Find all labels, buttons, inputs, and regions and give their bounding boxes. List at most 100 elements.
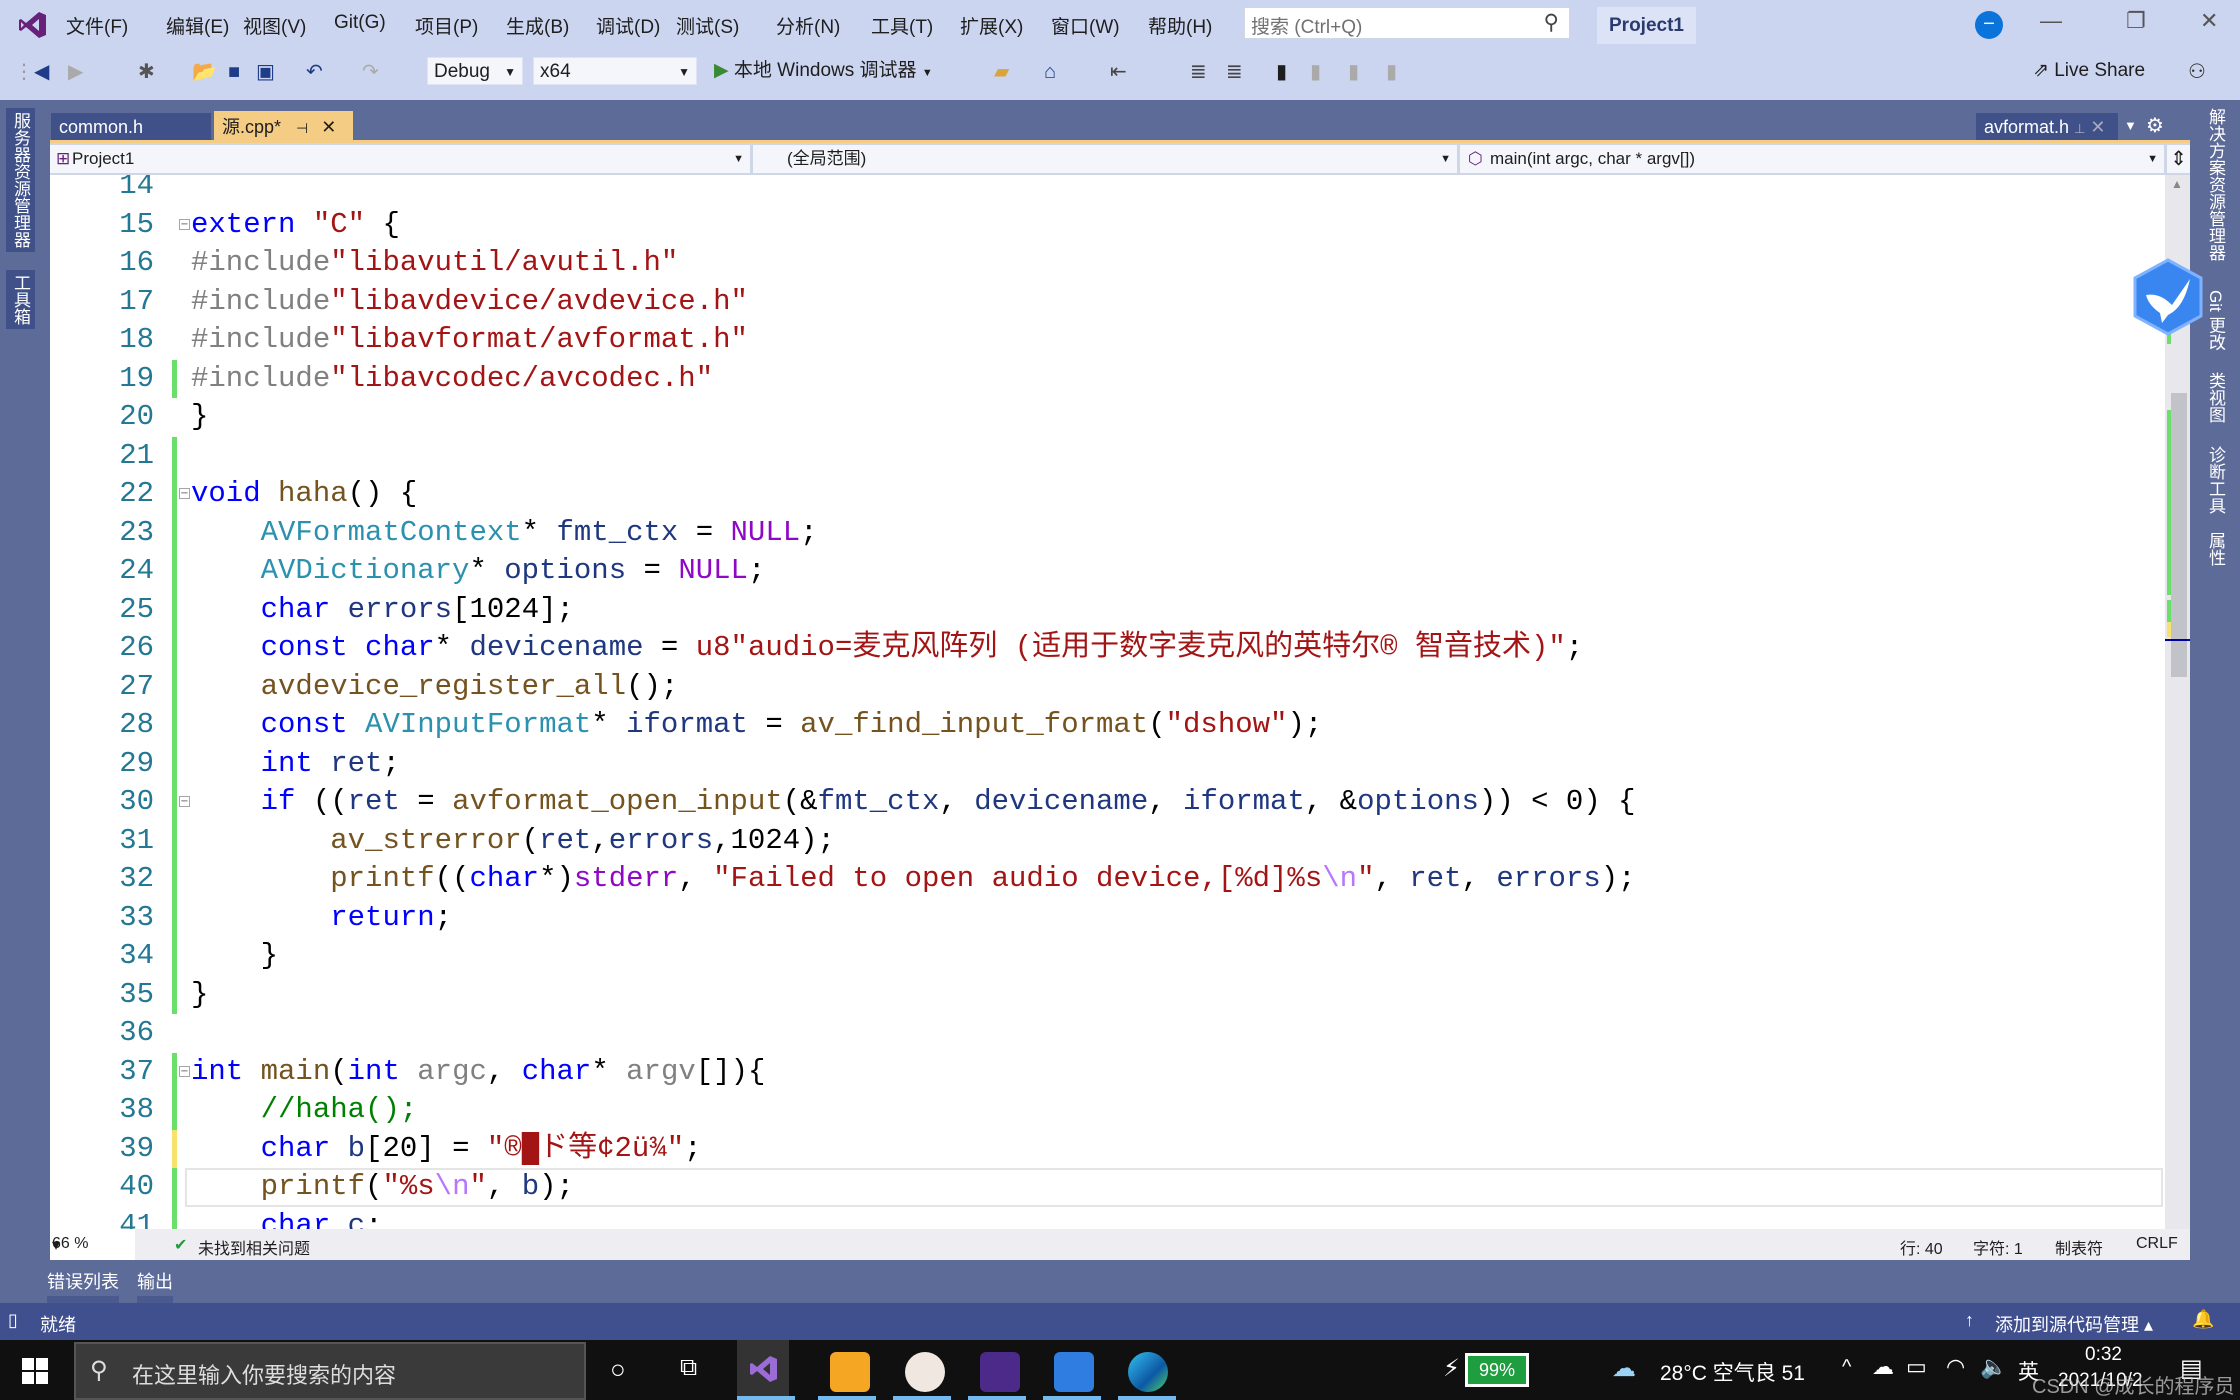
indent-mode[interactable]: 制表符 [2055,1235,2103,1259]
close-tab-icon[interactable]: ✕ [321,117,336,137]
taskbar-video-app-icon[interactable] [830,1352,870,1392]
scope-dropdown[interactable]: (全局范围) ▼ [753,145,1457,173]
volume-icon[interactable]: 🔈 [1980,1354,2007,1380]
solution-explorer-tab[interactable]: 解决方案资源管理器 [2203,108,2228,261]
code-line[interactable]: 37− int main(int argc, char* argv[]){ [50,1052,2165,1091]
next-bookmark-icon[interactable]: ▮ [1348,58,1359,86]
save-icon[interactable]: ■ [228,58,240,86]
feedback-icon[interactable]: ⚇ [2188,58,2206,86]
show-hidden-icons[interactable]: ^ [1842,1356,1851,1379]
menu-item[interactable]: 文件(F) [66,12,128,39]
wifi-icon[interactable]: ◠ [1946,1354,1965,1380]
open-file-icon[interactable]: 📂 [192,58,217,86]
menu-item[interactable]: 工具(T) [871,12,933,39]
home-icon[interactable]: ⌂ [1044,58,1056,86]
onedrive-icon[interactable]: ☁ [1872,1354,1894,1380]
bookmark-icon[interactable]: ▮ [1276,58,1287,86]
pin-icon[interactable]: ⊥ [2074,121,2085,136]
taskbar-visual-studio[interactable] [737,1340,789,1400]
zoom-dropdown[interactable]: 66 % ▾ [50,1229,135,1260]
menu-item[interactable]: 窗口(W) [1051,12,1120,39]
line-ending[interactable]: CRLF [2136,1235,2178,1253]
collapse-icon[interactable]: − [179,488,190,499]
code-line[interactable]: 14 [50,175,2165,206]
weather-text[interactable]: 28°C 空气良 51 [1660,1357,1805,1387]
tab-common-h[interactable]: common.h [51,113,211,141]
tab-avformat-h[interactable]: avformat.h ⊥ ✕ [1976,113,2118,141]
code-editor[interactable]: 14 15− extern "C" {16 #include"libavutil/av… [50,175,2165,1229]
step-icon[interactable]: ⇤ [1110,58,1127,86]
code-line[interactable]: 25 char errors[1024]; [50,590,2165,629]
scroll-up-icon[interactable]: ▲ [2171,177,2183,191]
pin-icon[interactable]: ⊣ [296,120,308,136]
menu-item[interactable]: 帮助(H) [1148,12,1212,39]
code-line[interactable]: 33 return; [50,898,2165,937]
forward-icon[interactable]: ▶ [68,58,83,86]
maximize-button[interactable]: ❐ [2126,8,2146,34]
taskbar-avatar-app-icon[interactable] [905,1352,945,1392]
code-line[interactable]: 29 int ret; [50,744,2165,783]
collapse-icon[interactable]: − [179,218,190,230]
notifications-bell-icon[interactable]: 🔔 [2192,1309,2214,1330]
comment-icon[interactable]: ≣ [1190,58,1207,86]
redo-icon[interactable]: ↷ [362,58,379,86]
menu-item[interactable]: 分析(N) [776,12,840,39]
scrollbar-thumb[interactable] [2171,393,2187,677]
code-line[interactable]: 22 − void haha() { [50,475,2165,514]
split-editor-button[interactable]: ⇕ [2167,145,2190,173]
new-project-icon[interactable]: ✱ [138,58,155,86]
output-tab[interactable]: 输出 [137,1268,173,1294]
toolbox-tab[interactable]: 工具箱 [6,270,35,329]
close-window-button[interactable]: ✕ [2200,8,2218,34]
code-line[interactable]: 23 AVFormatContext* fmt_ctx = NULL; [50,513,2165,552]
windows-start-icon[interactable] [22,1358,48,1384]
menu-item[interactable]: 视图(V) [243,12,306,39]
server-explorer-tab[interactable]: 服务器资源管理器 [6,108,35,252]
taskbar-edge-icon[interactable] [1128,1352,1168,1392]
project-name-badge[interactable]: Project1 [1597,7,1696,44]
display-icon[interactable]: ▭ [1906,1354,1927,1380]
platform-dropdown[interactable]: x64 ▼ [533,57,697,85]
taskbar-search-box[interactable]: ⚲ 在这里输入你要搜索的内容 [74,1342,586,1400]
clear-bookmarks-icon[interactable]: ▮ [1386,58,1397,86]
close-tab-icon[interactable]: ✕ [2090,117,2105,137]
menu-item[interactable]: 编辑(E) [166,12,229,39]
code-line[interactable]: 30 − if ((ret = avformat_open_input(&fmt_… [50,783,2165,822]
save-all-icon[interactable]: ▣ [256,58,275,86]
tab-list-dropdown-icon[interactable]: ▼ [2124,118,2137,133]
error-list-tab[interactable]: 错误列表 [47,1268,119,1294]
collapse-icon[interactable]: − [179,1065,190,1077]
diagnostic-tools-tab[interactable]: 诊断工具 [2203,446,2228,514]
code-line[interactable]: 35} [50,975,2165,1014]
properties-tab[interactable]: 属性 [2203,532,2228,566]
code-line[interactable]: 38 //haha(); [50,1091,2165,1130]
member-dropdown[interactable]: ⬡ main(int argc, char * argv[]) ▼ [1460,145,2164,173]
code-line[interactable]: 39 char b[20] = "®█ド等¢2ü¾"; [50,1129,2165,1168]
code-line[interactable]: 20} [50,398,2165,437]
menu-item[interactable]: 项目(P) [415,12,478,39]
code-line[interactable]: 36 [50,1014,2165,1053]
tab-source-cpp[interactable]: 源.cpp* ⊣ ✕ [214,111,353,143]
code-line[interactable]: 19 #include"libavcodec/avcodec.h" [50,359,2165,398]
cortana-icon[interactable]: ○ [610,1354,626,1385]
uncomment-icon[interactable]: ≣ [1226,58,1243,86]
task-view-icon[interactable]: ⧉ [680,1354,697,1382]
code-line[interactable]: 34 } [50,937,2165,976]
thunder-download-bird-icon[interactable] [2128,257,2208,337]
clock-time[interactable]: 0:32 [2085,1344,2122,1366]
code-line[interactable]: 15 − extern "C" { [50,206,2165,245]
menu-item[interactable]: Git(G) [334,12,386,34]
battery-indicator[interactable]: 99% [1465,1353,1529,1387]
add-to-source-control-button[interactable]: 添加到源代码管理 ▴ [1995,1311,2153,1337]
code-line[interactable]: 31 av_strerror(ret,errors,1024); [50,821,2165,860]
class-view-tab[interactable]: 类视图 [2203,372,2228,423]
code-line[interactable]: 17 #include"libavdevice/avdevice.h" [50,283,2165,322]
account-icon[interactable]: − [1975,11,2003,39]
taskbar-terminal-icon[interactable] [980,1352,1020,1392]
taskbar-network-app-icon[interactable] [1054,1352,1094,1392]
project-dropdown[interactable]: ⊞ Project1 ▼ [50,145,750,173]
configuration-dropdown[interactable]: Debug ▼ [427,57,523,85]
menu-item[interactable]: 调试(D) [596,12,660,39]
menu-item[interactable]: 生成(B) [506,12,569,39]
gear-icon[interactable]: ⚙ [2146,113,2164,138]
